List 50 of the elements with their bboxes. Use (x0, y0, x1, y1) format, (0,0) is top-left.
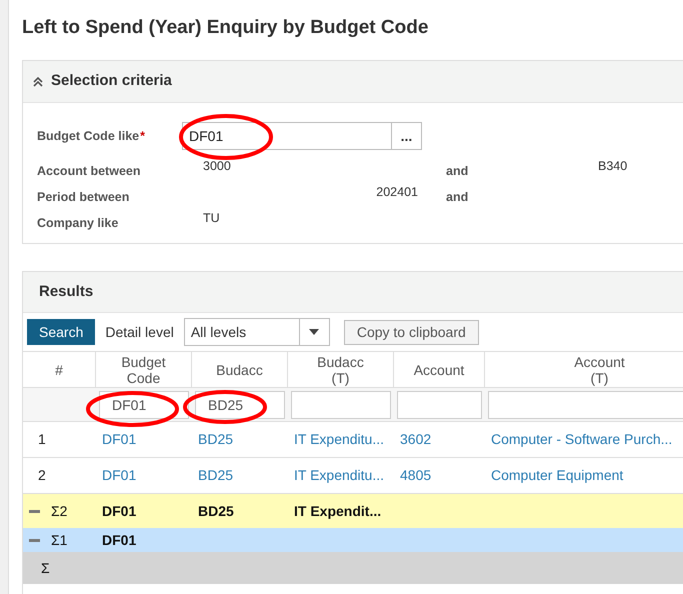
detail-level-label: Detail level (105, 322, 174, 342)
table-link[interactable]: IT Expenditu... (294, 431, 384, 447)
caret-icon (309, 329, 320, 335)
field-value: 3000 (203, 159, 231, 173)
column-header[interactable]: Budacc (216, 362, 263, 378)
budget-code-field[interactable]: DF01 (182, 122, 392, 150)
field-label: Company like (37, 215, 120, 232)
summary-value: DF01 (102, 532, 136, 548)
field-value: B340 (598, 158, 628, 175)
filter-field[interactable] (397, 390, 482, 418)
summary-value: IT Expendit... (294, 502, 382, 518)
detail-level-dropdown[interactable]: All levels (184, 318, 330, 346)
field-label: Period between (37, 189, 130, 206)
filter-field[interactable] (488, 390, 683, 418)
lookup-button[interactable]: ... (392, 122, 422, 150)
summary-level: Σ1 (51, 530, 68, 550)
field-value: 202401 (376, 185, 418, 199)
field-label: Account between (37, 163, 142, 180)
field-label: and (446, 163, 470, 180)
section-title: Results (39, 282, 94, 302)
row-number: 1 (38, 431, 46, 447)
field-label: Budget Code like (37, 128, 140, 143)
column-header[interactable]: Account (T) (574, 354, 625, 386)
summary-level: Σ (41, 558, 50, 578)
table-link[interactable]: BD25 (198, 431, 234, 447)
summary-value: BD25 (198, 502, 234, 518)
field-value: TU (203, 210, 220, 227)
table-link[interactable]: IT Expenditu... (294, 467, 384, 483)
column-header[interactable]: Budacc (T) (317, 354, 364, 386)
copy-button[interactable]: Copy to clipboard (344, 320, 479, 344)
search-button[interactable]: Search (27, 319, 96, 345)
table-link[interactable]: 3602 (400, 431, 432, 447)
required-mark: * (140, 128, 145, 143)
row-number: 2 (38, 467, 46, 483)
field-label: and (446, 189, 468, 206)
table-link[interactable]: DF01 (102, 467, 136, 483)
summary-level: Σ2 (51, 502, 68, 520)
table-link[interactable]: Computer Equipment (491, 467, 624, 483)
section-title: Selection criteria (51, 71, 172, 92)
table-link[interactable]: 4805 (400, 467, 432, 483)
column-header[interactable]: # (55, 362, 63, 378)
column-header[interactable]: Account (414, 362, 464, 378)
table-link[interactable]: DF01 (102, 431, 136, 447)
page-title: Left to Spend (Year) Enquiry by Budget Code (22, 16, 430, 40)
column-header[interactable]: Budget Code (121, 354, 166, 386)
filter-field[interactable] (291, 390, 391, 418)
summary-value: DF01 (102, 502, 136, 518)
table-link[interactable]: Computer - Software Purch... (491, 431, 672, 447)
collapse-icon[interactable] (33, 76, 43, 86)
table-link[interactable]: BD25 (198, 467, 234, 483)
